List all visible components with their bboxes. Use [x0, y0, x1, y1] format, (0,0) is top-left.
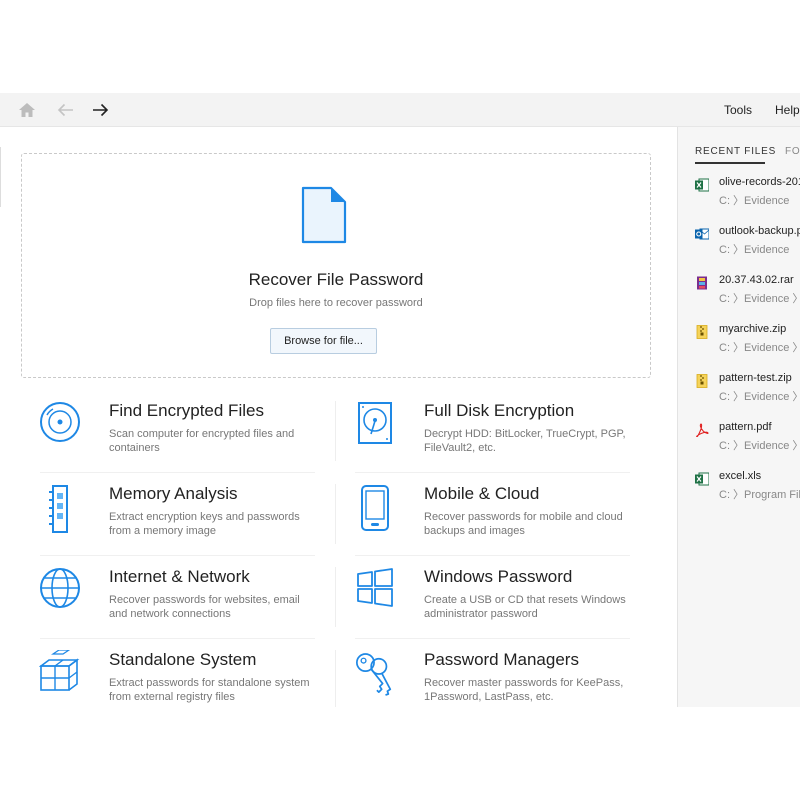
file-path: C: 〉Evidence 〉1-2019	[719, 440, 800, 452]
file-path: C: 〉Evidence 〉1-2019	[719, 342, 800, 354]
file-name: pattern-test.zip	[719, 372, 792, 384]
disc-icon	[39, 401, 81, 449]
excel-icon	[695, 178, 710, 192]
tile-description: Extract encryption keys and passwords fr…	[109, 511, 300, 537]
rar-archive-icon	[695, 276, 709, 290]
cubes-icon	[39, 650, 81, 698]
tile-title: Mobile & Cloud	[424, 484, 540, 503]
memory-chip-icon	[39, 484, 81, 533]
recent-file-item[interactable]: excel.xls C: 〉Program Files	[695, 469, 800, 509]
file-name: olive-records-2019.xlsx	[719, 176, 800, 188]
file-path: C: 〉Evidence	[719, 244, 790, 256]
file-drop-zone[interactable]: Recover File Password Drop files here to…	[21, 153, 651, 378]
file-path: C: 〉Evidence	[719, 195, 790, 207]
drop-zone-title: Recover File Password	[248, 270, 424, 289]
menu-help[interactable]: Help	[775, 103, 800, 117]
recent-files-sidebar: RECENT FILES FOLDERS olive-records-2019.…	[677, 127, 800, 707]
recent-file-item[interactable]: myarchive.zip C: 〉Evidence 〉1-2019	[695, 322, 800, 362]
tile-title: Find Encrypted Files	[109, 401, 264, 420]
active-tab-indicator	[695, 162, 765, 164]
tab-folders[interactable]: FOLDERS	[785, 146, 800, 157]
keys-icon	[354, 650, 396, 698]
tile-mobile-cloud[interactable]: Mobile & Cloud Recover passwords for mob…	[354, 484, 654, 564]
app-window: Tools Help Recover File Password Drop fi…	[0, 93, 800, 707]
file-name: pattern.pdf	[719, 421, 772, 433]
mobile-phone-icon	[354, 484, 396, 532]
tile-description: Recover master passwords for KeePass, 1P…	[424, 677, 624, 703]
sidebar-tabs: RECENT FILES FOLDERS	[678, 127, 800, 164]
drop-zone-subtitle: Drop files here to recover password	[249, 297, 423, 309]
tile-title: Password Managers	[424, 650, 579, 669]
windows-logo-icon	[354, 567, 396, 615]
tile-description: Scan computer for encrypted files and co…	[109, 428, 295, 454]
arrow-right-icon[interactable]	[90, 100, 110, 120]
arrow-left-icon[interactable]	[56, 100, 76, 120]
tile-title: Internet & Network	[109, 567, 250, 586]
tile-title: Standalone System	[109, 650, 257, 669]
tile-title: Windows Password	[424, 567, 573, 586]
recent-file-item[interactable]: outlook-backup.pst C: 〉Evidence	[695, 224, 800, 264]
zip-archive-icon	[695, 325, 709, 339]
hard-disk-icon	[354, 401, 396, 449]
recent-file-item[interactable]: olive-records-2019.xlsx C: 〉Evidence	[695, 175, 800, 215]
tile-title: Memory Analysis	[109, 484, 238, 503]
tile-memory-analysis[interactable]: Memory Analysis Extract encryption keys …	[39, 484, 339, 564]
tile-standalone-system[interactable]: Standalone System Extract passwords for …	[39, 650, 339, 707]
file-name: myarchive.zip	[719, 323, 787, 335]
tab-recent-files[interactable]: RECENT FILES	[695, 146, 776, 157]
divider	[0, 147, 1, 207]
browse-file-button[interactable]: Browse for file...	[270, 328, 377, 354]
tile-full-disk-encryption[interactable]: Full Disk Encryption Decrypt HDD: BitLoc…	[354, 401, 654, 481]
tile-find-encrypted-files[interactable]: Find Encrypted Files Scan computer for e…	[39, 401, 339, 481]
globe-icon	[39, 567, 81, 615]
menu-tools[interactable]: Tools	[724, 103, 752, 117]
excel-icon	[695, 472, 710, 486]
file-name: excel.xls	[719, 470, 762, 482]
tile-description: Recover passwords for mobile and cloud b…	[424, 511, 623, 537]
zip-archive-icon	[695, 374, 709, 388]
main-panel: Recover File Password Drop files here to…	[0, 127, 677, 707]
tile-password-managers[interactable]: Password Managers Recover master passwor…	[354, 650, 654, 707]
file-path: C: 〉Program Files	[719, 489, 800, 501]
tile-windows-password[interactable]: Windows Password Create a USB or CD that…	[354, 567, 654, 647]
tile-description: Create a USB or CD that resets Windows a…	[424, 594, 626, 620]
tile-title: Full Disk Encryption	[424, 401, 575, 420]
tile-internet-network[interactable]: Internet & Network Recover passwords for…	[39, 567, 339, 647]
file-name: 20.37.43.02.rar	[719, 274, 794, 286]
tile-description: Extract passwords for standalone system …	[109, 677, 310, 703]
recent-file-item[interactable]: pattern-test.zip C: 〉Evidence 〉1-2019	[695, 371, 800, 411]
recent-file-item[interactable]: 20.37.43.02.rar C: 〉Evidence 〉2019	[695, 273, 800, 313]
pdf-icon	[695, 423, 709, 438]
file-name: outlook-backup.pst	[719, 225, 800, 237]
file-path: C: 〉Evidence 〉2019	[719, 293, 800, 305]
file-path: C: 〉Evidence 〉1-2019	[719, 391, 800, 403]
toolbar: Tools Help	[0, 93, 800, 127]
outlook-icon	[695, 227, 710, 241]
recent-file-item[interactable]: pattern.pdf C: 〉Evidence 〉1-2019	[695, 420, 800, 460]
tile-description: Decrypt HDD: BitLocker, TrueCrypt, PGP, …	[424, 428, 626, 454]
document-icon	[301, 186, 347, 249]
tile-description: Recover passwords for websites, email an…	[109, 594, 300, 620]
home-icon[interactable]	[17, 100, 37, 120]
